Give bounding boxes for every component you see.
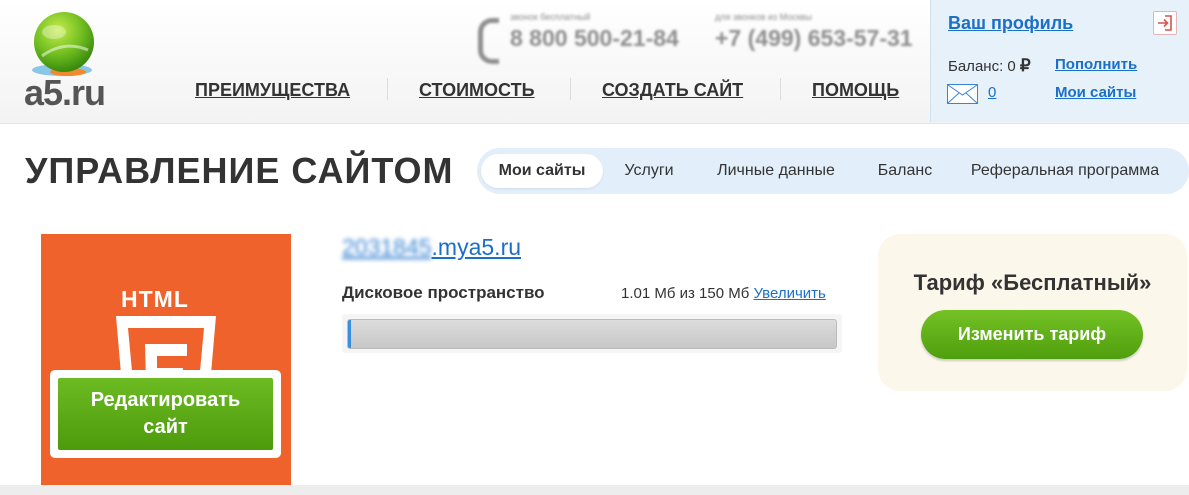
tab-services[interactable]: Услуги [609, 154, 689, 188]
nav-pricing[interactable]: СТОИМОСТЬ [419, 80, 535, 101]
change-tariff-button[interactable]: Изменить тариф [921, 310, 1143, 359]
phone-caption: звонок бесплатный [510, 12, 591, 22]
domain-suffix: .mya5.ru [431, 234, 522, 260]
phone-caption: для звонков из Москвы [715, 12, 812, 22]
increase-disk-link[interactable]: Увеличить [754, 285, 826, 302]
my-sites-link[interactable]: Мои сайты [1055, 84, 1136, 101]
phone-number: 8 800 500-21-84 [510, 25, 679, 51]
logout-icon [1158, 15, 1172, 31]
profile-panel: Ваш профиль Баланс: 0 ₽ Пополнить 0 Мои … [930, 0, 1189, 122]
profile-link[interactable]: Ваш профиль [948, 13, 1073, 34]
logo[interactable]: a5.ru [22, 10, 112, 113]
nav-divider [387, 78, 388, 100]
page-title: УПРАВЛЕНИЕ САЙТОМ [25, 150, 454, 191]
phone-free: звонок бесплатный 8 800 500-21-84 [510, 12, 679, 52]
tab-personal-data[interactable]: Личные данные [703, 154, 849, 188]
nav-advantages[interactable]: ПРЕИМУЩЕСТВА [195, 80, 350, 101]
template-label: HTML [121, 286, 189, 312]
tariff-panel: Тариф «Бесплатный» Изменить тариф [878, 234, 1187, 391]
disk-progress-fill [348, 320, 352, 348]
disk-space-label: Дисковое пространство [342, 283, 545, 302]
tab-balance[interactable]: Баланс [867, 154, 943, 188]
disk-usage-text: 1.01 Мб из 150 Мб [621, 285, 750, 302]
disk-usage: 1.01 Мб из 150 Мб Увеличить [621, 285, 826, 302]
edit-button-line2: сайт [143, 416, 188, 438]
edit-button-line1: Редактировать [90, 389, 241, 411]
site-id: 2031845 [342, 234, 432, 260]
nav-divider [780, 78, 781, 100]
tab-my-sites[interactable]: Мои сайты [481, 154, 603, 188]
nav-help[interactable]: ПОМОЩЬ [812, 80, 899, 101]
disk-progress [342, 314, 842, 353]
nav-create-site[interactable]: СОЗДАТЬ САЙТ [602, 80, 743, 101]
mail-icon[interactable] [947, 84, 978, 104]
phone-icon [478, 18, 499, 64]
currency-sign: ₽ [1019, 56, 1031, 75]
disk-progress-track [347, 319, 837, 349]
logout-button[interactable] [1153, 11, 1177, 35]
tab-referral[interactable]: Реферальная программа [963, 154, 1167, 188]
topup-link[interactable]: Пополнить [1055, 56, 1137, 73]
edit-button-frame: Редактировать сайт [50, 370, 281, 458]
balance-label: Баланс: 0 [948, 58, 1016, 75]
edit-site-button[interactable]: Редактировать сайт [58, 378, 273, 450]
site-domain-link[interactable]: 2031845.mya5.ru [342, 234, 521, 261]
phone-number: +7 (499) 653-57-31 [715, 25, 913, 51]
messages-count[interactable]: 0 [988, 84, 996, 101]
nav-divider [570, 78, 571, 100]
balance: Баланс: 0 ₽ [948, 56, 1031, 76]
tab-bar: Мои сайты Услуги Личные данные Баланс Ре… [477, 148, 1189, 194]
phone-moscow: для звонков из Москвы +7 (499) 653-57-31 [715, 12, 913, 52]
logo-text: a5.ru [24, 72, 106, 113]
site-header: a5.ru звонок бесплатный 8 800 500-21-84 … [0, 0, 1189, 124]
tariff-title: Тариф «Бесплатный» [913, 270, 1152, 295]
footer-strip [0, 485, 1189, 495]
